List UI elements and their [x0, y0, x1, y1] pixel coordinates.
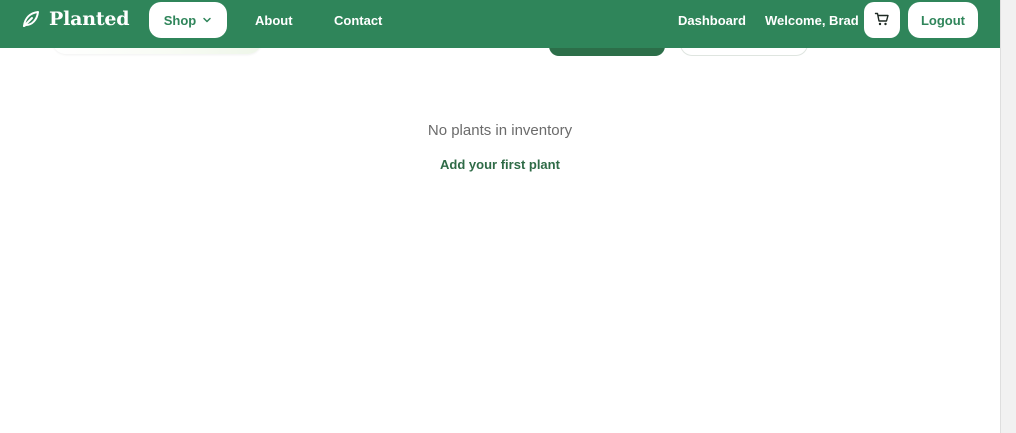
brand-name: Planted	[49, 8, 130, 30]
welcome-text: Welcome, Brad	[765, 12, 859, 28]
cart-icon	[874, 11, 890, 30]
cart-button[interactable]	[864, 2, 900, 38]
nav-dashboard-link[interactable]: Dashboard	[672, 2, 752, 38]
logout-button[interactable]: Logout	[908, 2, 978, 38]
vertical-scrollbar[interactable]	[1000, 0, 1016, 433]
top-navbar: Planted Shop About Contact Dashboard Wel…	[0, 0, 1000, 48]
empty-inventory-message: No plants in inventory	[427, 122, 573, 139]
add-first-plant-link[interactable]: Add your first plant	[430, 157, 570, 177]
shop-menu-button[interactable]: Shop	[149, 2, 227, 38]
chevron-down-icon	[202, 13, 212, 28]
shop-label: Shop	[163, 12, 197, 28]
nav-contact-link[interactable]: Contact	[328, 2, 388, 38]
page: Planted Shop About Contact Dashboard Wel…	[0, 0, 1016, 433]
nav-about-link[interactable]: About	[249, 2, 299, 38]
brand-link[interactable]: Planted	[21, 5, 130, 33]
leaf-icon	[21, 9, 41, 29]
viewport: Planted Shop About Contact Dashboard Wel…	[0, 0, 1000, 433]
